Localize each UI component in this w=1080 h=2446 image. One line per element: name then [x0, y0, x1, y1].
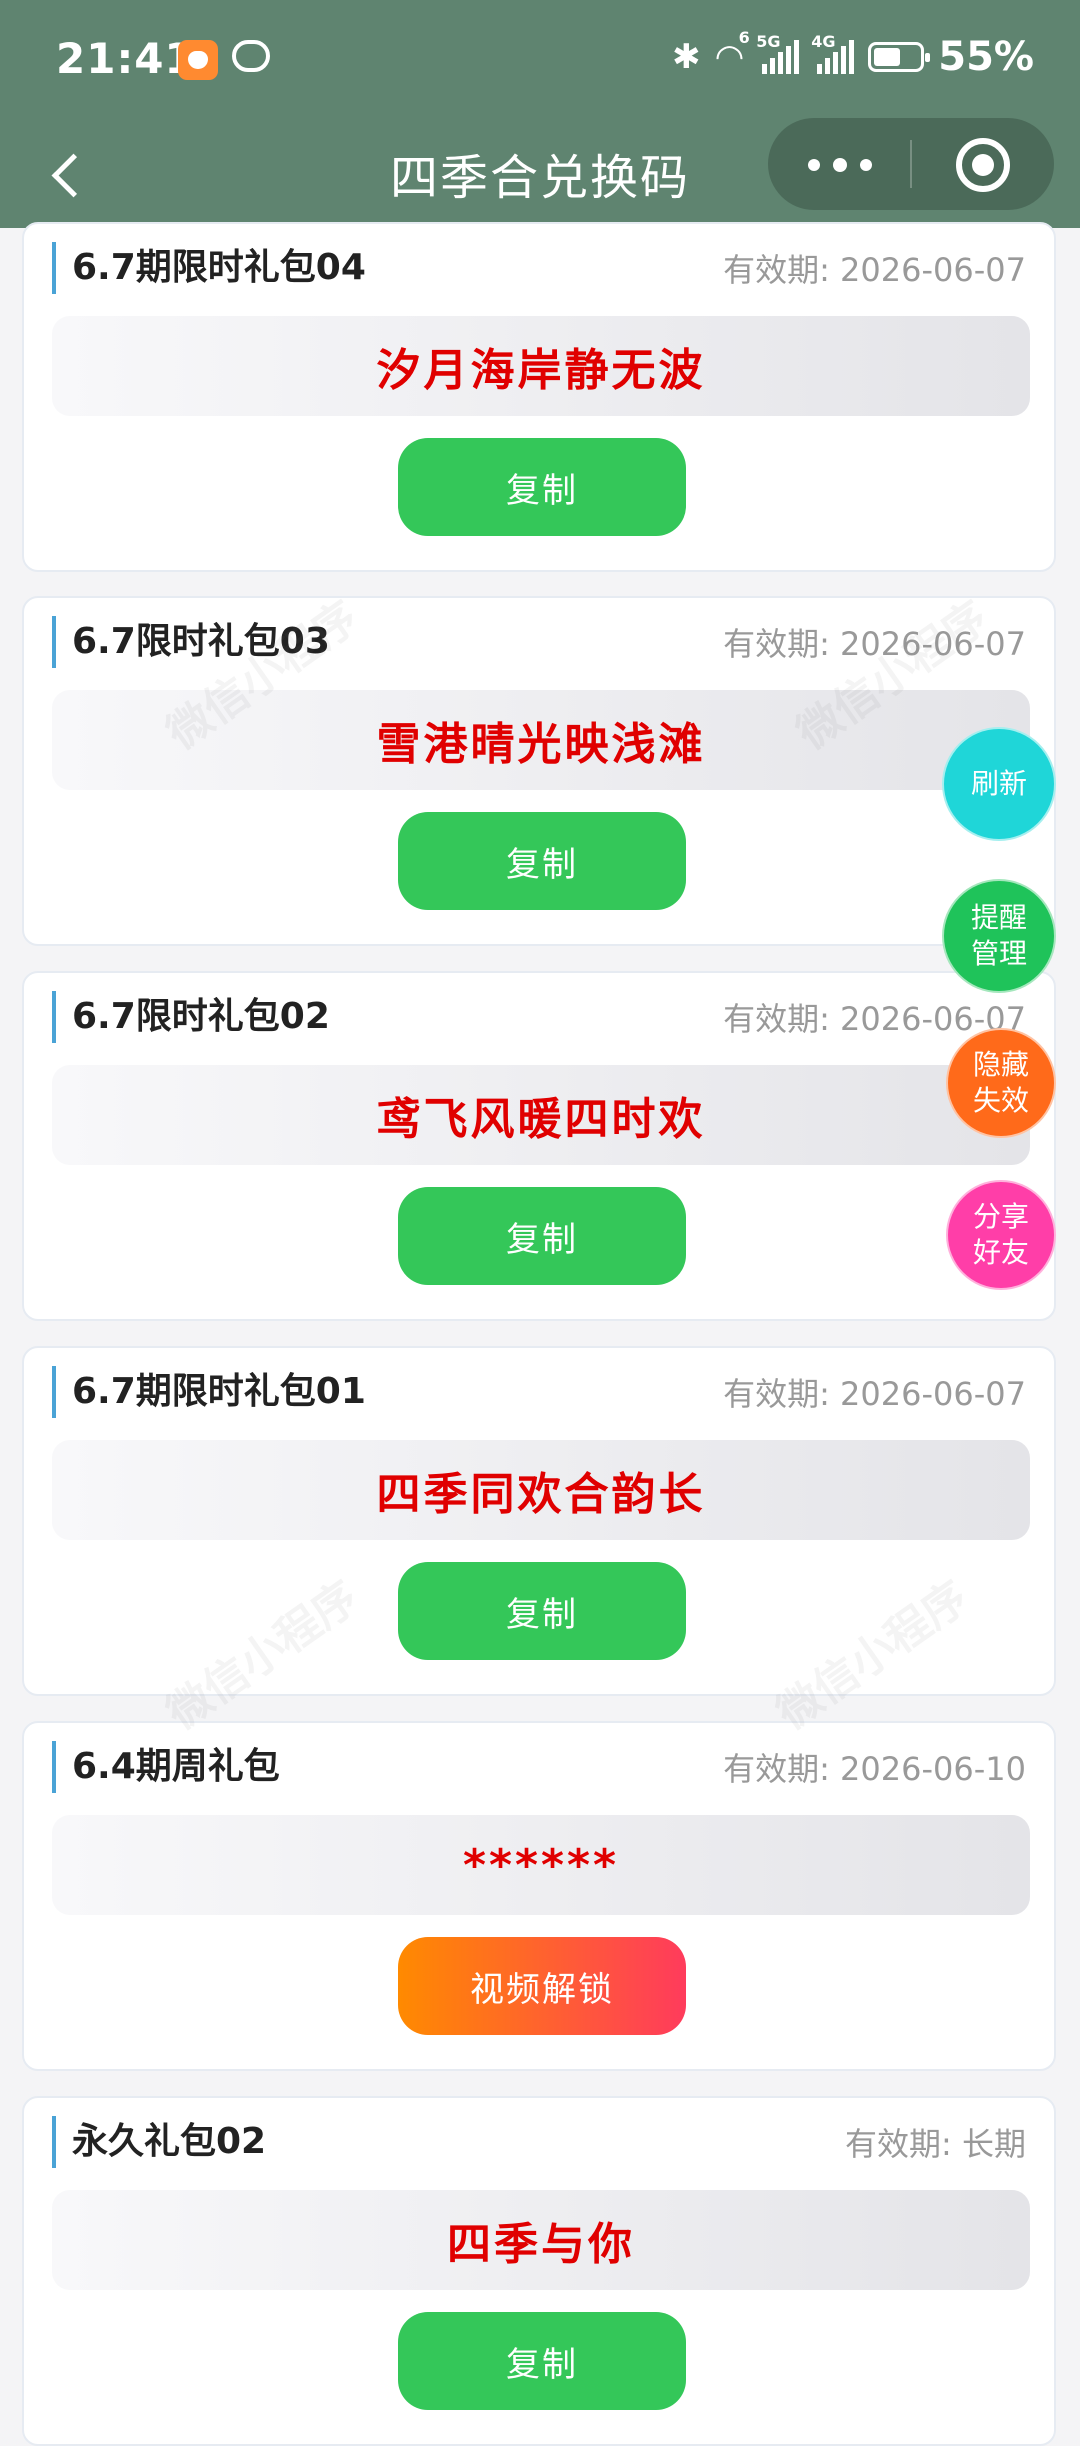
- card-expiry: 有效期: 2026-06-07: [723, 625, 1026, 663]
- refresh-button[interactable]: 刷新: [942, 727, 1056, 841]
- redeem-code[interactable]: 汐月海岸静无波: [52, 316, 1030, 416]
- redeem-code[interactable]: ******: [52, 1815, 1030, 1915]
- share-friends-button[interactable]: 分享 好友: [946, 1180, 1056, 1290]
- notification-app-icon: [178, 40, 218, 80]
- nav-bar: 四季合兑换码: [0, 118, 1080, 228]
- share-label-line2: 好友: [972, 1236, 1029, 1269]
- card-expiry: 有效期: 2026-06-07: [723, 251, 1026, 289]
- card-title: 6.7限时礼包03: [52, 616, 330, 668]
- code-card: 6.7期限时礼包04 有效期: 2026-06-07 汐月海岸静无波 复制: [22, 222, 1056, 572]
- hide-label-line1: 隐藏: [972, 1048, 1029, 1081]
- reminder-manage-button[interactable]: 提醒 管理: [942, 879, 1056, 993]
- battery-percent: 55%: [938, 34, 1034, 80]
- copy-button[interactable]: 复制: [398, 1562, 686, 1660]
- redeem-code[interactable]: 四季同欢合韵长: [52, 1440, 1030, 1540]
- status-time: 21:41: [56, 34, 195, 83]
- status-icons: ✱ ◠ 6 5G 4G 55%: [672, 28, 1034, 82]
- signal-5g-icon: 5G: [756, 32, 800, 74]
- status-bar: 21:41 ✱ ◠ 6 5G 4G 55%: [0, 0, 1080, 118]
- card-expiry: 有效期: 2026-06-10: [723, 1750, 1026, 1788]
- code-card: 永久礼包02 有效期: 长期四季与你复制: [22, 2096, 1056, 2446]
- redeem-code[interactable]: 鸢飞风暖四时欢: [52, 1065, 1030, 1165]
- wifi-icon: ◠ 6: [714, 28, 750, 77]
- reminder-label-line1: 提醒: [970, 901, 1027, 934]
- copy-button[interactable]: 复制: [398, 438, 686, 536]
- card-title: 6.4期周礼包: [52, 1741, 280, 1793]
- miniprogram-capsule: [768, 118, 1054, 210]
- bluetooth-icon: ✱: [672, 37, 701, 77]
- more-button[interactable]: [768, 118, 910, 210]
- copy-button[interactable]: 复制: [398, 2312, 686, 2410]
- reminder-label-line2: 管理: [970, 937, 1027, 970]
- card-expiry: 有效期: 2026-06-07: [723, 1375, 1026, 1413]
- redeem-code[interactable]: 四季与你: [52, 2190, 1030, 2290]
- hide-label-line2: 失效: [972, 1084, 1029, 1117]
- copy-button[interactable]: 复制: [398, 1187, 686, 1285]
- card-title: 6.7限时礼包02: [52, 991, 330, 1043]
- signal-4g-icon: 4G: [811, 32, 855, 74]
- video-unlock-button[interactable]: 视频解锁: [398, 1937, 686, 2035]
- card-expiry: 有效期: 长期: [845, 2125, 1026, 2163]
- share-label-line1: 分享: [972, 1200, 1029, 1233]
- code-card: 6.7限时礼包02 有效期: 2026-06-07 鸢飞风暖四时欢 复制: [22, 971, 1056, 1321]
- code-card: 6.7限时礼包03 有效期: 2026-06-07 雪港晴光映浅滩 复制: [22, 596, 1056, 946]
- redeem-code[interactable]: 雪港晴光映浅滩: [52, 690, 1030, 790]
- card-title: 6.7期限时礼包01: [52, 1366, 366, 1418]
- card-title: 6.7期限时礼包04: [52, 242, 366, 294]
- copy-button[interactable]: 复制: [398, 812, 686, 910]
- code-card: 6.4期周礼包 有效期: 2026-06-10 ****** 视频解锁: [22, 1721, 1056, 2071]
- app-header: 21:41 ✱ ◠ 6 5G 4G 55% 四季合兑换码: [0, 0, 1080, 228]
- hide-expired-button[interactable]: 隐藏 失效: [946, 1028, 1056, 1138]
- battery-icon: [868, 42, 931, 72]
- notification-chat-icon: [232, 40, 270, 72]
- refresh-label: 刷新: [970, 767, 1027, 800]
- close-miniprogram-button[interactable]: [912, 118, 1054, 210]
- code-card: 6.7期限时礼包01 有效期: 2026-06-07 四季同欢合韵长 复制: [22, 1346, 1056, 1696]
- card-title: 永久礼包02: [52, 2116, 266, 2168]
